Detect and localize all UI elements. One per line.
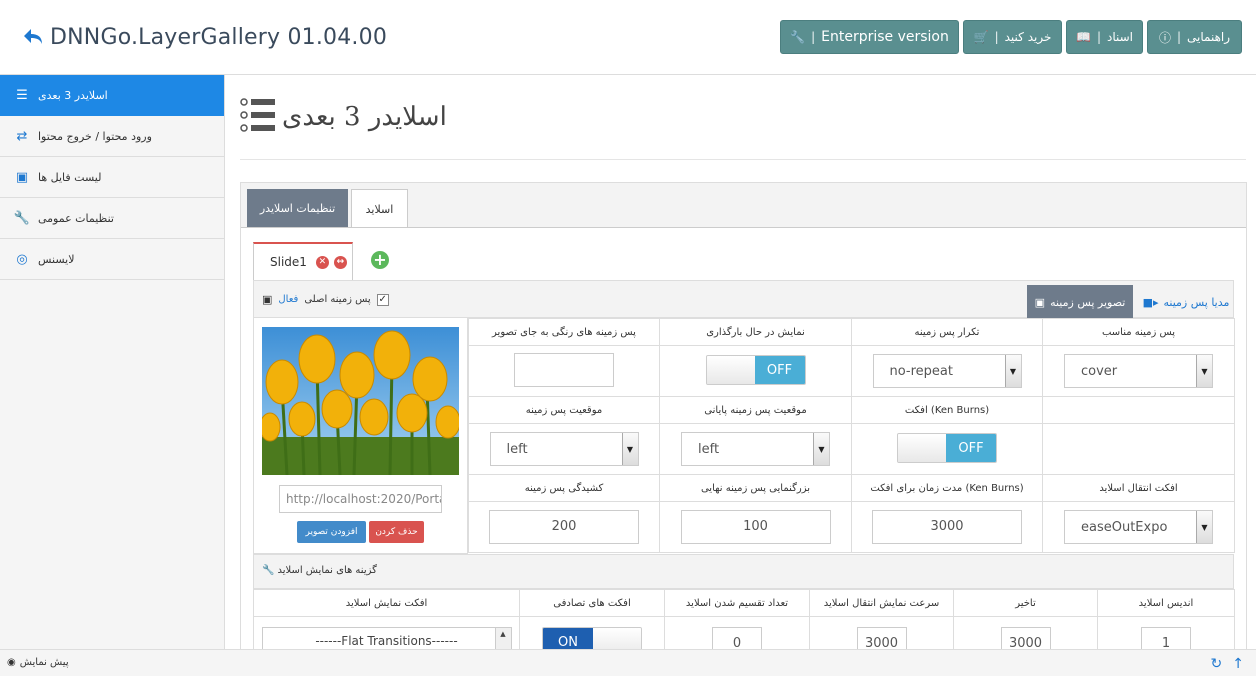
ken-burns-duration-input[interactable]: 3000 [872,510,1022,544]
bg-stretch-header: کشیدگی پس زمینه [468,474,660,502]
tab-background-image[interactable]: ▣ تصویر پس زمینه [1027,285,1133,319]
list-icon: ☰ [16,87,28,103]
wrench-icon: 🔧 [13,210,31,226]
bg-repeat-select[interactable]: no-repeat ▼ [872,354,1022,388]
enterprise-version-button[interactable]: 🔧 | Enterprise version [780,20,959,54]
chevron-down-icon: ▼ [1196,511,1212,543]
documents-button[interactable]: 📖 | اسناد [1066,20,1143,54]
bg-end-position-header: موقعیت پس زمینه پایانی [659,396,852,424]
help-icon: ⓘ [1158,30,1171,45]
speed-header: سرعت نمایش انتقال اسلاید [809,589,954,617]
slide-tab-content: Slide1 ✕ ↔ + ▣ فعال پس زمینه اصلی ✓ ▣ تص… [241,228,1246,668]
wrench-icon: 🔧 [790,30,806,44]
page-header: اسلایدر 3 بعدی [240,90,1246,160]
picture-icon: ▣ [1034,295,1046,309]
bg-color-input[interactable] [514,352,614,387]
sidebar-item-import-export[interactable]: ⇄ ورود محتوا / خروج محتوا [0,116,224,157]
random-effects-header: افکت های تصادفی [519,589,665,617]
list-icon [240,98,275,132]
refresh-icon[interactable]: ↻ [1211,656,1223,672]
background-settings-table: پس زمینه های رنگی به جای تصویر نمایش در … [468,318,1235,553]
bg-size-header: پس زمینه مناسب [1042,318,1235,346]
eye-icon: ◉ [7,657,16,668]
picture-icon: ▣ [262,293,273,306]
back-arrow-icon [24,29,42,44]
delay-header: تاخیر [953,589,1098,617]
active-link[interactable]: فعال [278,294,298,305]
chevron-down-icon: ▼ [813,433,829,465]
chevron-down-icon: ▼ [621,433,638,465]
page-title: اسلایدر 3 بعدی [282,102,447,132]
plus-circle-icon: + [373,250,387,269]
sidebar-item-3d-slider[interactable]: ☰ اسلایدر 3 بعدی [0,75,224,116]
tab-background-media[interactable]: ■▸ مدیا پس زمینه [1141,285,1231,319]
transition-effect-header: افکت انتقال اسلاید [1042,474,1235,502]
wrench-icon: 🔧 [262,565,275,576]
globe-icon: ◎ [16,251,28,267]
slide-index-header: اندیس اسلاید [1097,589,1235,617]
bg-repeat-header: تکرار پس زمینه [851,318,1043,346]
close-circle-icon[interactable]: ✕ [315,255,329,269]
image-panel: http://localhost:2020/Portals افزودن تصو… [253,318,468,554]
end-zoom-input[interactable]: 100 [680,510,831,544]
end-zoom-header: بزرگنمایی پس زمینه نهایی [659,474,852,502]
slide-tab-slide1[interactable]: Slide1 ✕ ↔ [253,242,353,280]
book-icon: 📖 [1075,30,1091,44]
chevron-down-icon: ▼ [1196,355,1212,387]
add-slide-button[interactable]: + [371,251,389,269]
bg-stretch-input[interactable]: 200 [489,510,639,544]
settings-panel: تنظیمات اسلایدر اسلاید Slide1 ✕ ↔ + ▣ فع… [240,182,1247,668]
slices-header: تعداد تقسیم شدن اسلاید [664,589,810,617]
delete-image-button[interactable]: حذف کردن [369,521,424,543]
slide-effect-header: افکت نمایش اسلاید [253,589,520,617]
chevron-down-icon: ▼ [1004,355,1021,387]
tab-slide[interactable]: اسلاید [351,189,408,229]
buy-button[interactable]: 🛒 | خرید کنید [963,20,1062,54]
bg-size-select[interactable]: cover ▼ [1064,354,1213,388]
bg-position-header: موقعیت پس زمینه [468,396,660,424]
tab-slider-settings[interactable]: تنظیمات اسلایدر [247,189,348,227]
image-url-field[interactable]: http://localhost:2020/Portals [279,485,442,513]
video-camera-icon: ■▸ [1142,295,1159,309]
transition-effect-select[interactable]: easeOutExpo ▼ [1064,510,1213,544]
arrow-up-icon[interactable]: ↑ [1232,656,1244,672]
arrows-h-icon[interactable]: ↔ [333,255,347,269]
ken-burns-duration-header: مدت زمان برای افکت (Ken Burns) [851,474,1043,502]
picture-icon: ▣ [15,169,29,185]
empty-header [1042,396,1235,424]
cart-icon: 🛒 [973,30,989,44]
slide-options-bar: 🔧 گزینه های نمایش اسلاید [253,554,1234,589]
loading-header: نمایش در حال بارگذاری [659,318,852,346]
sidebar-item-general-settings[interactable]: 🔧 تنظیمات عمومی [0,198,224,239]
bg-end-position-select[interactable]: left ▼ [681,432,830,466]
brand[interactable]: DNNGo.LayerGallery 01.04.00 [22,22,387,52]
sidebar: ☰ اسلایدر 3 بعدی ⇄ ورود محتوا / خروج محت… [0,75,225,649]
add-image-button[interactable]: افزودن تصویر [297,521,366,543]
loading-toggle[interactable]: OFF [705,355,806,385]
background-bar: ▣ فعال پس زمینه اصلی ✓ ▣ تصویر پس زمینه … [253,280,1234,319]
preview-button[interactable]: ◉ پیش نمایش [7,657,69,668]
sidebar-item-license[interactable]: ◎ لایسنس [0,239,224,280]
main-background-checkbox[interactable]: ✓ [376,293,389,306]
sidebar-item-file-list[interactable]: ▣ لیست فایل ها [0,157,224,198]
bg-color-header: پس زمینه های رنگی به جای تصویر [468,318,660,346]
app-header: DNNGo.LayerGallery 01.04.00 🔧 | Enterpris… [0,0,1256,75]
ken-burns-header: افکت (Ken Burns) [851,396,1043,424]
help-button[interactable]: ⓘ | راهنمایی [1147,20,1242,54]
main-background-label: پس زمینه اصلی [304,294,371,305]
retweet-icon: ⇄ [16,128,28,144]
app-title: DNNGo.LayerGallery 01.04.00 [50,24,388,50]
bg-position-select[interactable]: left ▼ [489,432,639,466]
background-thumbnail[interactable] [262,327,459,475]
footer-bar: ◉ پیش نمایش ↻ ↑ [0,649,1256,676]
ken-burns-toggle[interactable]: OFF [897,433,997,463]
